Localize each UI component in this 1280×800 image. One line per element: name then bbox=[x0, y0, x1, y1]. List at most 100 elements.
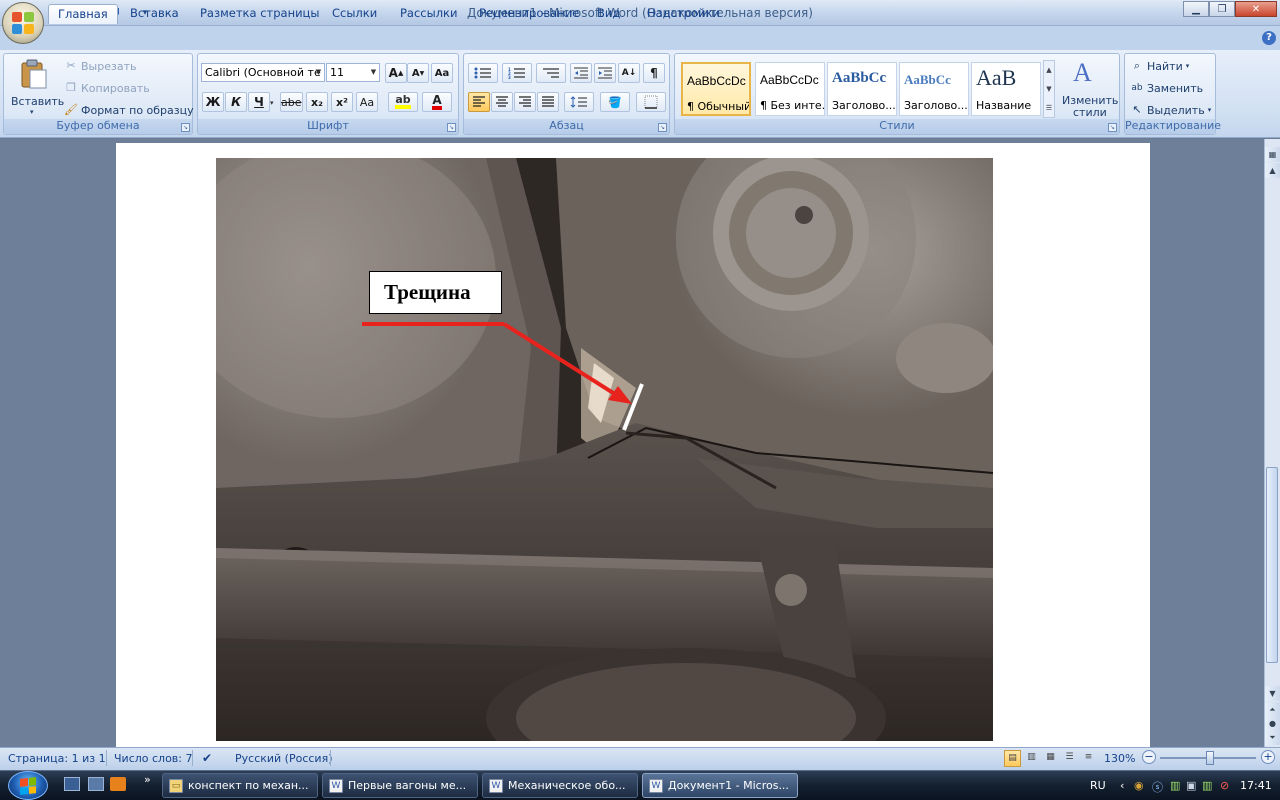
clock[interactable]: 17:41 bbox=[1240, 779, 1272, 792]
scroll-down-icon[interactable]: ▼ bbox=[1265, 686, 1280, 701]
outline-view-icon[interactable]: ☰ bbox=[1061, 750, 1078, 767]
bullets-button[interactable] bbox=[468, 63, 498, 83]
tray-app-icon[interactable]: ◉ bbox=[1134, 779, 1144, 792]
tray-network-icon[interactable]: ▥ bbox=[1170, 779, 1180, 792]
copy-button[interactable]: ❐ Копировать bbox=[64, 79, 150, 97]
proofing-check-icon[interactable]: ✔ bbox=[202, 751, 212, 765]
borders-button[interactable] bbox=[636, 92, 666, 112]
font-size-combo[interactable]: 11 ▼ bbox=[326, 63, 380, 82]
maximize-button[interactable]: ❐ bbox=[1209, 1, 1235, 17]
font-launcher-icon[interactable]: ↘ bbox=[447, 123, 456, 132]
zoom-in-icon[interactable]: + bbox=[1261, 750, 1275, 764]
subscript-button[interactable]: x₂ bbox=[306, 92, 328, 112]
quick-launch-chevron-icon[interactable]: » bbox=[144, 773, 151, 786]
draft-view-icon[interactable]: ≡ bbox=[1080, 750, 1097, 767]
tab-mailings[interactable]: Рассылки bbox=[391, 4, 466, 24]
increase-indent-button[interactable] bbox=[594, 63, 616, 83]
styles-gallery-scroll[interactable]: ▲ ▼ ☰ bbox=[1043, 60, 1055, 118]
start-button[interactable] bbox=[8, 771, 48, 800]
styles-launcher-icon[interactable]: ↘ bbox=[1108, 123, 1117, 132]
print-layout-view-icon[interactable]: ▤ bbox=[1004, 750, 1021, 767]
tab-insert[interactable]: Вставка bbox=[121, 4, 188, 24]
style-heading-1[interactable]: AaBbCc Заголово... bbox=[827, 62, 897, 116]
taskbar-item[interactable]: W Первые вагоны ме... bbox=[322, 773, 478, 798]
italic-button[interactable]: К bbox=[225, 92, 247, 112]
multilevel-list-button[interactable] bbox=[536, 63, 566, 83]
sort-button[interactable]: A↓ bbox=[618, 63, 640, 83]
show-formatting-button[interactable]: ¶ bbox=[643, 63, 665, 83]
numbering-button[interactable]: 123 bbox=[502, 63, 532, 83]
change-case-button[interactable]: Aa bbox=[356, 92, 378, 112]
styles-more-icon[interactable]: ☰ bbox=[1044, 99, 1054, 117]
bold-button[interactable]: Ж bbox=[202, 92, 224, 112]
tab-review[interactable]: Рецензирование bbox=[470, 4, 588, 24]
replace-button[interactable]: ab Заменить bbox=[1130, 79, 1203, 97]
clear-format-button[interactable]: Aa bbox=[431, 63, 453, 83]
tray-monitor-icon[interactable]: ▣ bbox=[1186, 779, 1196, 792]
web-layout-icon[interactable]: ▦ bbox=[1042, 750, 1059, 767]
full-screen-reading-icon[interactable]: ▥ bbox=[1023, 750, 1040, 767]
taskbar-item[interactable]: ▭ конспект по механ... bbox=[162, 773, 318, 798]
align-center-button[interactable] bbox=[491, 92, 513, 112]
line-spacing-button[interactable] bbox=[564, 92, 594, 112]
scroll-thumb[interactable] bbox=[1266, 467, 1278, 663]
help-icon[interactable]: ? bbox=[1262, 31, 1276, 45]
tray-network-2-icon[interactable]: ▥ bbox=[1202, 779, 1212, 792]
status-language[interactable]: Русский (Россия) bbox=[235, 752, 333, 765]
justify-button[interactable] bbox=[537, 92, 559, 112]
select-browse-object-icon[interactable]: ● bbox=[1265, 716, 1280, 731]
clipboard-launcher-icon[interactable]: ↘ bbox=[181, 123, 190, 132]
previous-page-icon[interactable]: ⏶ bbox=[1265, 702, 1280, 717]
format-painter-button[interactable]: 🖌 Формат по образцу bbox=[64, 101, 194, 119]
font-size-dropdown-icon[interactable]: ▼ bbox=[368, 64, 379, 81]
status-page[interactable]: Страница: 1 из 1 bbox=[8, 752, 106, 765]
annotation-label-box[interactable]: Трещина bbox=[369, 271, 502, 314]
tab-page-layout[interactable]: Разметка страницы bbox=[191, 4, 328, 24]
strikethrough-button[interactable]: abe bbox=[280, 92, 303, 112]
superscript-button[interactable]: x² bbox=[331, 92, 353, 112]
style-normal[interactable]: AaBbCcDc ¶ Обычный bbox=[681, 62, 751, 116]
cut-button[interactable]: ✂ Вырезать bbox=[64, 57, 136, 75]
tab-addins[interactable]: Надстройки bbox=[638, 4, 729, 24]
taskbar-item[interactable]: W Механическое обо... bbox=[482, 773, 638, 798]
select-button[interactable]: ↖ Выделить ▾ bbox=[1130, 101, 1211, 119]
tray-volume-muted-icon[interactable]: ⊘ bbox=[1220, 779, 1229, 792]
shading-button[interactable]: 🪣 bbox=[600, 92, 630, 112]
style-no-spacing[interactable]: AaBbCcDc ¶ Без инте... bbox=[755, 62, 825, 116]
style-title[interactable]: AaB Название bbox=[971, 62, 1041, 116]
ruler-toggle-icon[interactable]: ▦ bbox=[1265, 147, 1280, 162]
grow-font-button[interactable]: A ▲ bbox=[385, 63, 407, 83]
inline-photo[interactable]: Трещина bbox=[216, 158, 993, 741]
zoom-out-icon[interactable]: − bbox=[1142, 750, 1156, 764]
zoom-level[interactable]: 130% bbox=[1104, 752, 1135, 765]
paste-button[interactable]: Вставить ▾ bbox=[8, 56, 64, 118]
tab-references[interactable]: Ссылки bbox=[323, 4, 386, 24]
change-styles-button[interactable]: A Изменить стили bbox=[1059, 56, 1118, 119]
align-left-button[interactable] bbox=[468, 92, 490, 112]
tray-skype-icon[interactable]: ⓢ bbox=[1152, 779, 1163, 795]
tab-view[interactable]: Вид bbox=[588, 4, 629, 24]
office-button[interactable] bbox=[2, 2, 44, 44]
styles-down-icon[interactable]: ▼ bbox=[1044, 80, 1054, 99]
find-button[interactable]: ⌕ Найти ▾ bbox=[1130, 57, 1189, 75]
font-name-dropdown-icon[interactable]: ▼ bbox=[313, 64, 324, 81]
language-indicator[interactable]: RU bbox=[1090, 779, 1106, 792]
styles-up-icon[interactable]: ▲ bbox=[1044, 61, 1054, 80]
shrink-font-button[interactable]: A ▼ bbox=[407, 63, 429, 83]
document-page[interactable]: Трещина bbox=[116, 143, 1150, 747]
show-desktop-icon[interactable] bbox=[64, 777, 80, 791]
zoom-slider-thumb[interactable] bbox=[1206, 751, 1214, 765]
style-heading-2[interactable]: AaBbCc Заголово... bbox=[899, 62, 969, 116]
underline-button[interactable]: Ч bbox=[248, 92, 270, 112]
scroll-up-icon[interactable]: ▲ bbox=[1265, 163, 1280, 178]
paragraph-launcher-icon[interactable]: ↘ bbox=[658, 123, 667, 132]
status-word-count[interactable]: Число слов: 7 bbox=[114, 752, 193, 765]
next-page-icon[interactable]: ⏷ bbox=[1265, 730, 1280, 745]
tray-chevron-icon[interactable]: ‹ bbox=[1120, 779, 1124, 792]
taskbar-item[interactable]: W Документ1 - Micros... bbox=[642, 773, 798, 798]
minimize-button[interactable]: ▁ bbox=[1183, 1, 1209, 17]
switch-windows-icon[interactable] bbox=[88, 777, 104, 791]
align-right-button[interactable] bbox=[514, 92, 536, 112]
font-color-button[interactable]: A bbox=[422, 92, 452, 112]
highlight-button[interactable]: ab bbox=[388, 92, 418, 112]
